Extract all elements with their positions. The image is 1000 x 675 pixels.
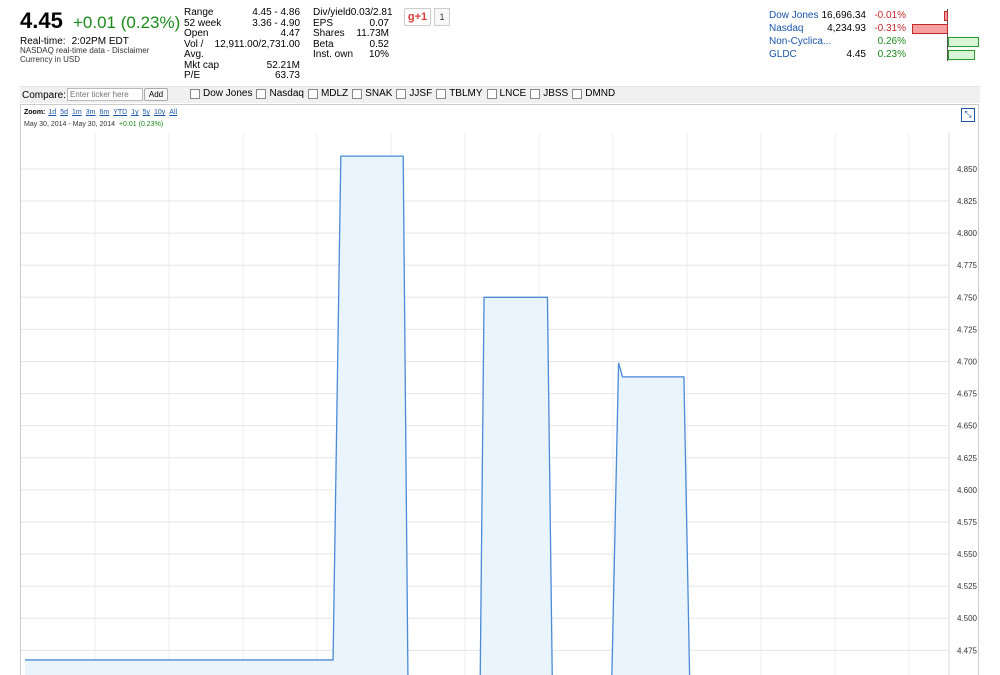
compare-ticker-label: JBSS <box>543 88 569 99</box>
stat-label: Range <box>184 7 214 18</box>
stat-label: Div/yield <box>313 7 351 18</box>
compare-checkbox[interactable] <box>190 88 200 99</box>
stat-value: 10% <box>368 49 389 60</box>
compare-checkbox-item[interactable]: JBSS <box>530 88 568 99</box>
index-change-bar <box>948 37 979 47</box>
chart-canvas: 4.850 4.825 4.800 4.775 4.750 4.725 4.700 4.675… <box>21 133 978 675</box>
index-link[interactable]: GLDC <box>769 48 797 61</box>
stat-row: Inst. own 10% <box>313 49 389 61</box>
index-change: -0.01% <box>874 10 906 21</box>
stat-row: Shares 11.73M <box>313 28 389 40</box>
stock-price: 4.45 <box>20 8 63 33</box>
compare-ticker-label: SNAK <box>365 88 393 99</box>
index-link[interactable]: Nasdaq <box>769 22 803 35</box>
compare-checkbox-item[interactable]: Nasdaq <box>256 88 304 99</box>
stat-row: Open 4.47 <box>184 28 300 40</box>
index-change-bar <box>948 50 976 60</box>
y-tick-label: 4.575 <box>957 518 978 527</box>
stat-row: Div/yield 0.03/2.81 <box>313 7 393 19</box>
index-change-bar <box>944 11 948 21</box>
stat-value: 63.73 <box>274 70 300 81</box>
compare-checkbox-list: Dow Jones Nasdaq MDLZ SNAK JJSF TBLMY LNCE JBSS… <box>190 88 619 99</box>
compare-checkbox-item[interactable]: TBLMY <box>436 88 483 99</box>
compare-checkbox[interactable] <box>486 88 497 99</box>
stats-right-table: Div/yield 0.03/2.81 EPS 0.07 Shares 11.73M … <box>313 7 393 61</box>
google-plus-count: 1 <box>434 8 450 26</box>
compare-ticker-label: LNCE <box>499 88 527 99</box>
price-area-2 <box>611 362 690 675</box>
compare-checkbox-item[interactable]: JJSF <box>396 88 432 99</box>
compare-checkbox-item[interactable]: DMND <box>572 88 615 99</box>
compare-add-button[interactable]: Add <box>144 88 168 101</box>
index-value: 4.45 <box>846 49 866 60</box>
compare-checkbox[interactable] <box>436 88 447 99</box>
y-tick-label: 4.750 <box>957 293 978 302</box>
y-tick-label: 4.850 <box>957 165 978 174</box>
stat-label: Open <box>184 28 209 39</box>
stat-value: 11.73M <box>356 28 389 39</box>
y-tick-label: 4.725 <box>957 325 978 334</box>
compare-ticker-label: JJSF <box>409 88 433 99</box>
y-tick-label: 4.775 <box>957 261 978 270</box>
index-value: 4,234.93 <box>827 23 866 34</box>
google-plus-button[interactable]: g+1 <box>404 8 431 26</box>
index-change: 0.26% <box>877 36 906 47</box>
price-chart[interactable]: Zoom: 1d 5d 1m 3m 6m YTD 1y 5y 10y All May 30, 201… <box>20 104 979 675</box>
compare-checkbox-item[interactable]: SNAK <box>352 88 392 99</box>
index-value: 16,696.34 <box>821 10 867 21</box>
compare-ticker-input[interactable] <box>67 88 143 101</box>
stat-value: 12,911.00/2,731.00 <box>214 38 300 50</box>
stat-label: Inst. own <box>313 49 354 60</box>
y-tick-label: 4.700 <box>957 357 978 366</box>
stats-left-table: Range 4.45 - 4.86 52 week 3.36 - 4.90 Open… <box>184 7 300 82</box>
compare-ticker-label: TBLMY <box>449 88 483 99</box>
y-tick-label: 4.625 <box>957 454 978 463</box>
index-link[interactable]: Non-Cyclica... <box>769 35 831 48</box>
stat-label: Vol / Avg. <box>184 38 204 60</box>
y-tick-label: 4.550 <box>957 550 978 559</box>
compare-checkbox[interactable] <box>396 88 407 99</box>
y-tick-label: 4.825 <box>957 197 978 206</box>
y-tick-label: 4.800 <box>957 229 978 238</box>
index-change-bar <box>911 24 948 34</box>
stat-row: Vol / Avg. 12,911.00/2,731.00 <box>184 38 300 61</box>
market-indices: Dow Jones 16,696.34 -0.01% Nasdaq 4,234.… <box>768 9 979 61</box>
compare-checkbox-item[interactable]: MDLZ <box>307 88 349 99</box>
y-tick-label: 4.525 <box>957 582 978 591</box>
y-tick-label: 4.475 <box>957 646 978 655</box>
compare-checkbox[interactable] <box>530 88 541 99</box>
stat-row: Range 4.45 - 4.86 <box>184 7 300 19</box>
y-tick-label: 4.600 <box>957 486 978 495</box>
compare-ticker-label: Nasdaq <box>269 88 304 99</box>
price-area-1 <box>480 297 553 675</box>
compare-checkbox-item[interactable]: Dow Jones <box>190 88 252 99</box>
stat-label: Shares <box>313 28 345 39</box>
compare-checkbox[interactable] <box>572 88 583 99</box>
index-link[interactable]: Dow Jones <box>769 9 818 22</box>
y-tick-label: 4.650 <box>957 422 978 431</box>
y-tick-label: 4.500 <box>957 614 978 623</box>
currency-note: Currency in USD <box>20 55 81 64</box>
stat-value: 0.03/2.81 <box>350 7 393 18</box>
index-change: 0.23% <box>877 49 906 60</box>
compare-ticker-label: DMND <box>585 88 616 99</box>
compare-checkbox[interactable] <box>256 88 267 99</box>
compare-checkbox-item[interactable]: LNCE <box>486 88 527 99</box>
stat-label: P/E <box>184 70 201 81</box>
stat-row: P/E 63.73 <box>184 70 300 82</box>
index-change: -0.31% <box>874 23 906 34</box>
compare-bar: Compare: Add Dow Jones Nasdaq MDLZ SNAK JJSF… <box>20 86 980 103</box>
price-area-0 <box>25 156 408 675</box>
stat-value: 4.45 - 4.86 <box>252 7 300 18</box>
compare-checkbox[interactable] <box>352 88 363 99</box>
compare-checkbox[interactable] <box>307 88 318 99</box>
price-change: +0.01 (0.23%) <box>73 13 181 32</box>
stat-value: 4.47 <box>280 28 300 39</box>
compare-label: Compare: <box>22 90 66 101</box>
y-tick-label: 4.675 <box>957 390 978 399</box>
compare-ticker-label: Dow Jones <box>203 88 253 99</box>
compare-ticker-label: MDLZ <box>320 88 349 99</box>
